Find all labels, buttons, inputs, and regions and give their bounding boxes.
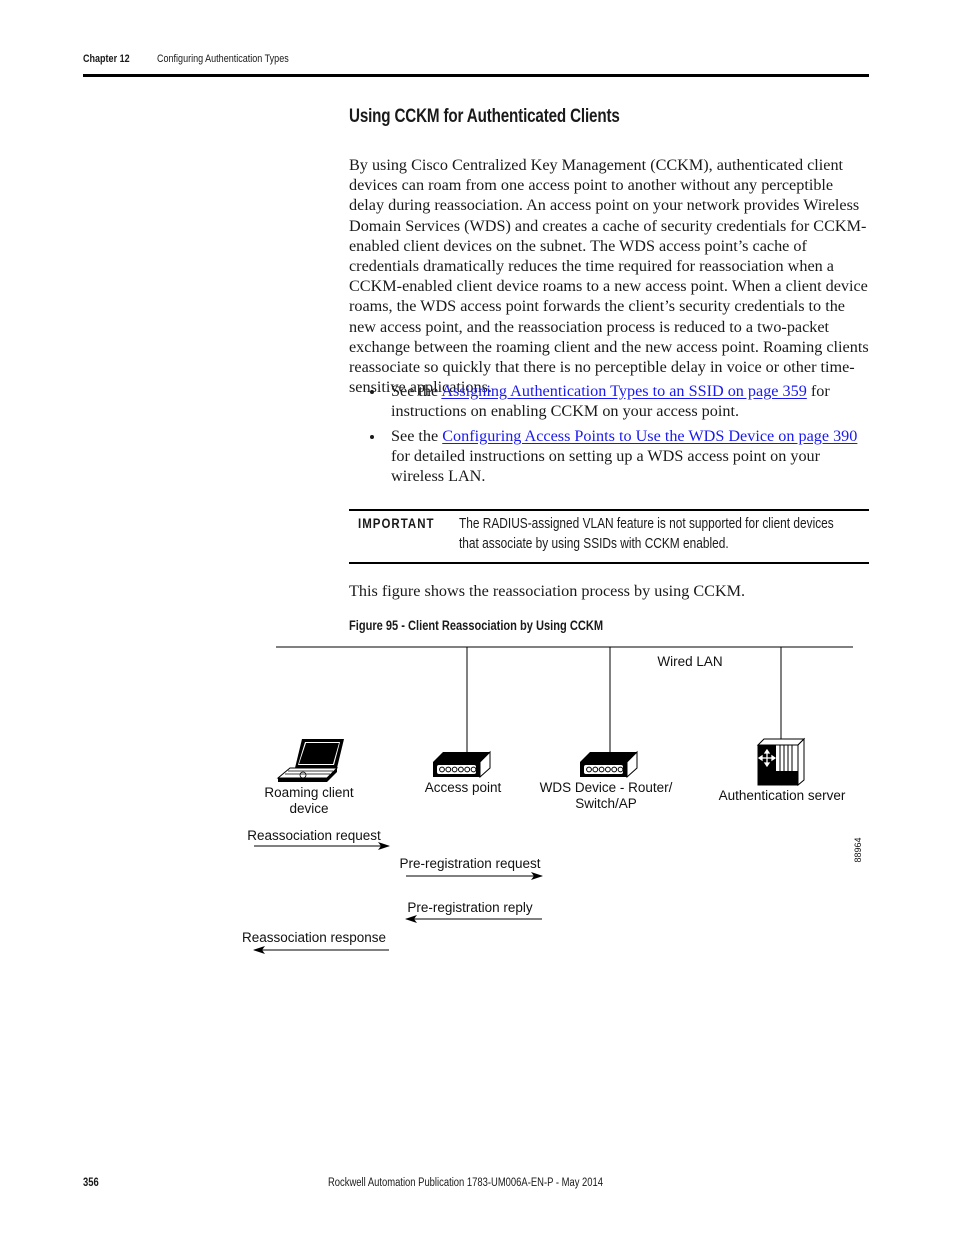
publication-info: Rockwell Automation Publication 1783-UM0… <box>328 1177 604 1189</box>
msg-reassoc-response-label: Reassociation response <box>242 930 386 945</box>
bullet-item: See the Assigning Authentication Types t… <box>370 381 870 421</box>
xref-link-configuring-wds[interactable]: Configuring Access Points to Use the WDS… <box>442 427 857 445</box>
important-bottom-rule <box>349 562 869 564</box>
header-rule <box>83 74 869 77</box>
bullet-prefix: See the <box>391 382 442 400</box>
msg-prereg-reply-label: Pre-registration reply <box>407 900 533 915</box>
bullet-prefix: See the <box>391 426 443 445</box>
header-title: Configuring Authentication Types <box>157 53 289 65</box>
wired-lan-label: Wired LAN <box>657 654 722 669</box>
msg-reassoc-request-label: Reassociation request <box>247 828 381 843</box>
client-label-line1: Roaming client <box>264 785 354 800</box>
bullet-dot-icon <box>370 434 374 439</box>
auth-server-label: Authentication server <box>719 788 846 803</box>
important-text: The RADIUS-assigned VLAN feature is not … <box>459 516 834 552</box>
access-point-label: Access point <box>425 780 502 795</box>
header-chapter: Chapter 12 <box>83 53 130 65</box>
bullet-dot-icon <box>370 390 374 394</box>
section-title: Using CCKM for Authenticated Clients <box>349 106 620 127</box>
figure-id: 88964 <box>853 837 863 862</box>
bullet-item: See the Configuring Access Points to Use… <box>370 426 870 487</box>
figure-intro: This figure shows the reassociation proc… <box>349 582 746 600</box>
important-top-rule <box>349 509 869 511</box>
page-number: 356 <box>83 1177 99 1189</box>
access-point-icon <box>433 750 491 779</box>
figure-caption: Figure 95 - Client Reassociation by Usin… <box>349 618 604 633</box>
client-label-line2: device <box>289 801 328 816</box>
bullet-list: See the Assigning Authentication Types t… <box>370 381 870 491</box>
intro-paragraph: By using Cisco Centralized Key Managemen… <box>349 156 869 397</box>
wds-label-line2: Switch/AP <box>575 796 637 811</box>
authentication-server-icon <box>756 737 806 787</box>
msg-prereg-request-label: Pre-registration request <box>399 856 540 871</box>
xref-link-assigning-auth-types[interactable]: Assigning Authentication Types to an SSI… <box>441 382 806 400</box>
wds-device-icon <box>580 750 638 779</box>
bullet-suffix: for detailed instructions on setting up … <box>391 447 821 486</box>
laptop-icon <box>276 739 344 782</box>
wds-label-line1: WDS Device - Router/ <box>540 780 673 795</box>
important-label: IMPORTANT <box>358 516 435 531</box>
